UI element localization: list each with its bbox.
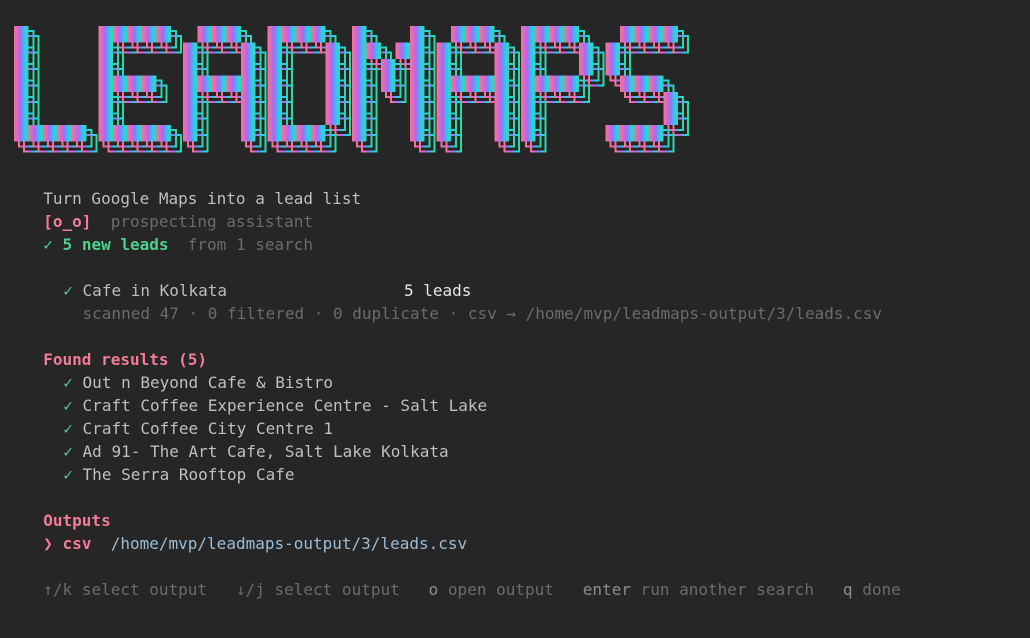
open-key: o bbox=[428, 580, 439, 599]
list-item: ✓ The Serra Rooftop Cafe bbox=[24, 440, 294, 484]
leadmaps-banner bbox=[14, 26, 689, 153]
open-key-label: open output bbox=[447, 580, 554, 599]
keybinding-help: ↑/k select output ↓/j select output o op… bbox=[24, 555, 900, 599]
outputs-heading: Outputs bbox=[24, 486, 110, 530]
up-key: ↑/k bbox=[43, 580, 73, 599]
result-name: The Serra Rooftop Cafe bbox=[82, 465, 295, 484]
search-row: ✓ Cafe in Kolkata 5 leads bbox=[24, 256, 471, 300]
list-item: ✓ Craft Coffee City Centre 1 bbox=[24, 394, 333, 438]
assistant-row: [o_o] prospecting assistant bbox=[24, 187, 313, 231]
down-key: ↓/j bbox=[235, 580, 265, 599]
output-path: /home/mvp/leadmaps-output/3/leads.csv bbox=[110, 534, 468, 553]
list-item: ✓ Out n Beyond Cafe & Bistro bbox=[24, 348, 333, 392]
search-stats: scanned 47 · 0 filtered · 0 duplicate · … bbox=[82, 304, 883, 323]
check-icon: ✓ bbox=[63, 465, 73, 484]
summary-row: ✓ 5 new leads from 1 search bbox=[24, 210, 313, 254]
output-format: csv bbox=[62, 534, 92, 553]
up-key-label: select output bbox=[81, 580, 208, 599]
results-heading: Found results (5) bbox=[24, 325, 207, 369]
enter-key: enter bbox=[582, 580, 631, 599]
summary-detail: from 1 search bbox=[187, 235, 314, 254]
down-key-label: select output bbox=[274, 580, 400, 599]
search-stats-row: scanned 47 · 0 filtered · 0 duplicate · … bbox=[24, 279, 883, 323]
summary-check-icon: ✓ bbox=[43, 235, 53, 254]
list-item: ✓ Ad 91- The Art Cafe, Salt Lake Kolkata bbox=[24, 417, 448, 461]
tagline: Turn Google Maps into a lead list bbox=[24, 164, 361, 208]
quit-key: q bbox=[842, 580, 853, 599]
enter-key-label: run another search bbox=[640, 580, 814, 599]
quit-key-label: done bbox=[862, 580, 901, 599]
summary-count: 5 new leads bbox=[62, 235, 169, 254]
selection-pointer-icon: ❯ bbox=[43, 534, 53, 553]
list-item: ✓ Craft Coffee Experience Centre - Salt … bbox=[24, 371, 487, 415]
output-item-csv[interactable]: ❯ csv /home/mvp/leadmaps-output/3/leads.… bbox=[24, 509, 467, 553]
